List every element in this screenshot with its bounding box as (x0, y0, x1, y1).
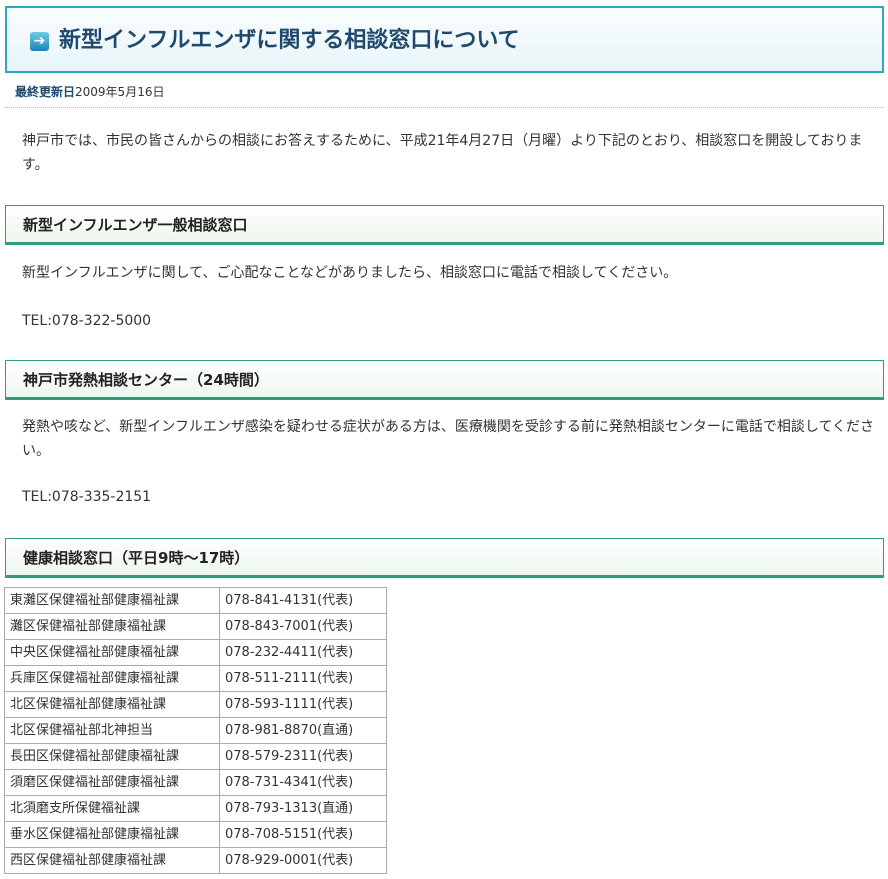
table-row: 長田区保健福祉部健康福祉課 078-579-2311(代表) (4, 743, 387, 770)
last-updated-label: 最終更新日 (15, 85, 76, 99)
office-name-cell: 須磨区保健福祉部健康福祉課 (4, 769, 220, 796)
table-row: 北区保健福祉部北神担当 078-981-8870(直通) (4, 717, 387, 744)
office-tel-cell: 078-929-0001(代表) (219, 847, 387, 874)
table-row: 灘区保健福祉部健康福祉課 078-843-7001(代表) (4, 613, 387, 640)
table-row: 東灘区保健福祉部健康福祉課 078-841-4131(代表) (4, 587, 387, 614)
last-updated-date: 2009年5月16日 (75, 85, 165, 99)
office-tel-cell: 078-843-7001(代表) (219, 613, 387, 640)
divider (5, 107, 884, 108)
last-updated: 最終更新日2009年5月16日 (15, 84, 164, 100)
office-tel-cell: 078-731-4341(代表) (219, 769, 387, 796)
tel-fever-center: TEL:078-335-2151 (22, 489, 152, 505)
table-row: 北区保健福祉部健康福祉課 078-593-1111(代表) (4, 691, 387, 718)
office-tel-cell: 078-511-2111(代表) (219, 665, 387, 692)
office-name-cell: 北区保健福祉部健康福祉課 (4, 691, 220, 718)
intro-text: 神戸市では、市民の皆さんからの相談にお答えするために、平成21年4月27日（月曜… (22, 133, 863, 173)
office-name-cell: 灘区保健福祉部健康福祉課 (4, 613, 220, 640)
office-tel-cell: 078-981-8870(直通) (219, 717, 387, 744)
page: ➔ 新型インフルエンザに関する相談窓口について 最終更新日2009年5月16日 … (0, 0, 888, 879)
section-heading-text: 神戸市発熱相談センター（24時間） (23, 371, 269, 389)
office-name-cell: 垂水区保健福祉部健康福祉課 (4, 821, 220, 848)
section-heading-general: 新型インフルエンザ一般相談窓口 (5, 205, 884, 245)
office-name-cell: 東灘区保健福祉部健康福祉課 (4, 587, 220, 614)
office-tel-cell: 078-841-4131(代表) (219, 587, 387, 614)
table-row: 垂水区保健福祉部健康福祉課 078-708-5151(代表) (4, 821, 387, 848)
page-title-box: ➔ 新型インフルエンザに関する相談窓口について (5, 6, 884, 73)
office-tel-cell: 078-593-1111(代表) (219, 691, 387, 718)
table-row: 中央区保健福祉部健康福祉課 078-232-4411(代表) (4, 639, 387, 666)
office-tel-cell: 078-579-2311(代表) (219, 743, 387, 770)
section-heading-text: 健康相談窓口（平日9時～17時） (23, 549, 250, 567)
table-row: 北須磨支所保健福祉課 078-793-1313(直通) (4, 795, 387, 822)
office-tel-cell: 078-708-5151(代表) (219, 821, 387, 848)
office-tel-cell: 078-793-1313(直通) (219, 795, 387, 822)
office-tel-cell: 078-232-4411(代表) (219, 639, 387, 666)
office-name-cell: 長田区保健福祉部健康福祉課 (4, 743, 220, 770)
page-title: 新型インフルエンザに関する相談窓口について (59, 28, 520, 53)
arrow-right-icon: ➔ (30, 32, 49, 51)
table-row: 須磨区保健福祉部健康福祉課 078-731-4341(代表) (4, 769, 387, 796)
office-name-cell: 中央区保健福祉部健康福祉課 (4, 639, 220, 666)
table-row: 兵庫区保健福祉部健康福祉課 078-511-2111(代表) (4, 665, 387, 692)
tel-general: TEL:078-322-5000 (22, 313, 152, 329)
office-name-cell: 兵庫区保健福祉部健康福祉課 (4, 665, 220, 692)
office-name-cell: 北区保健福祉部北神担当 (4, 717, 220, 744)
office-name-cell: 北須磨支所保健福祉課 (4, 795, 220, 822)
section-heading-fever-center: 神戸市発熱相談センター（24時間） (5, 360, 884, 400)
table-row: 西区保健福祉部健康福祉課 078-929-0001(代表) (4, 847, 387, 874)
section-heading-health: 健康相談窓口（平日9時～17時） (5, 538, 884, 578)
health-office-table: 東灘区保健福祉部健康福祉課 078-841-4131(代表) 灘区保健福祉部健康福祉… (4, 587, 387, 874)
section-text-fever-center: 発熱や咳など、新型インフルエンザ感染を疑わせる症状がある方は、医療機関を受診する… (22, 419, 875, 459)
office-name-cell: 西区保健福祉部健康福祉課 (4, 847, 220, 874)
section-text-general: 新型インフルエンザに関して、ご心配なことなどがありましたら、相談窓口に電話で相談… (22, 265, 678, 281)
section-heading-text: 新型インフルエンザ一般相談窓口 (23, 216, 248, 234)
